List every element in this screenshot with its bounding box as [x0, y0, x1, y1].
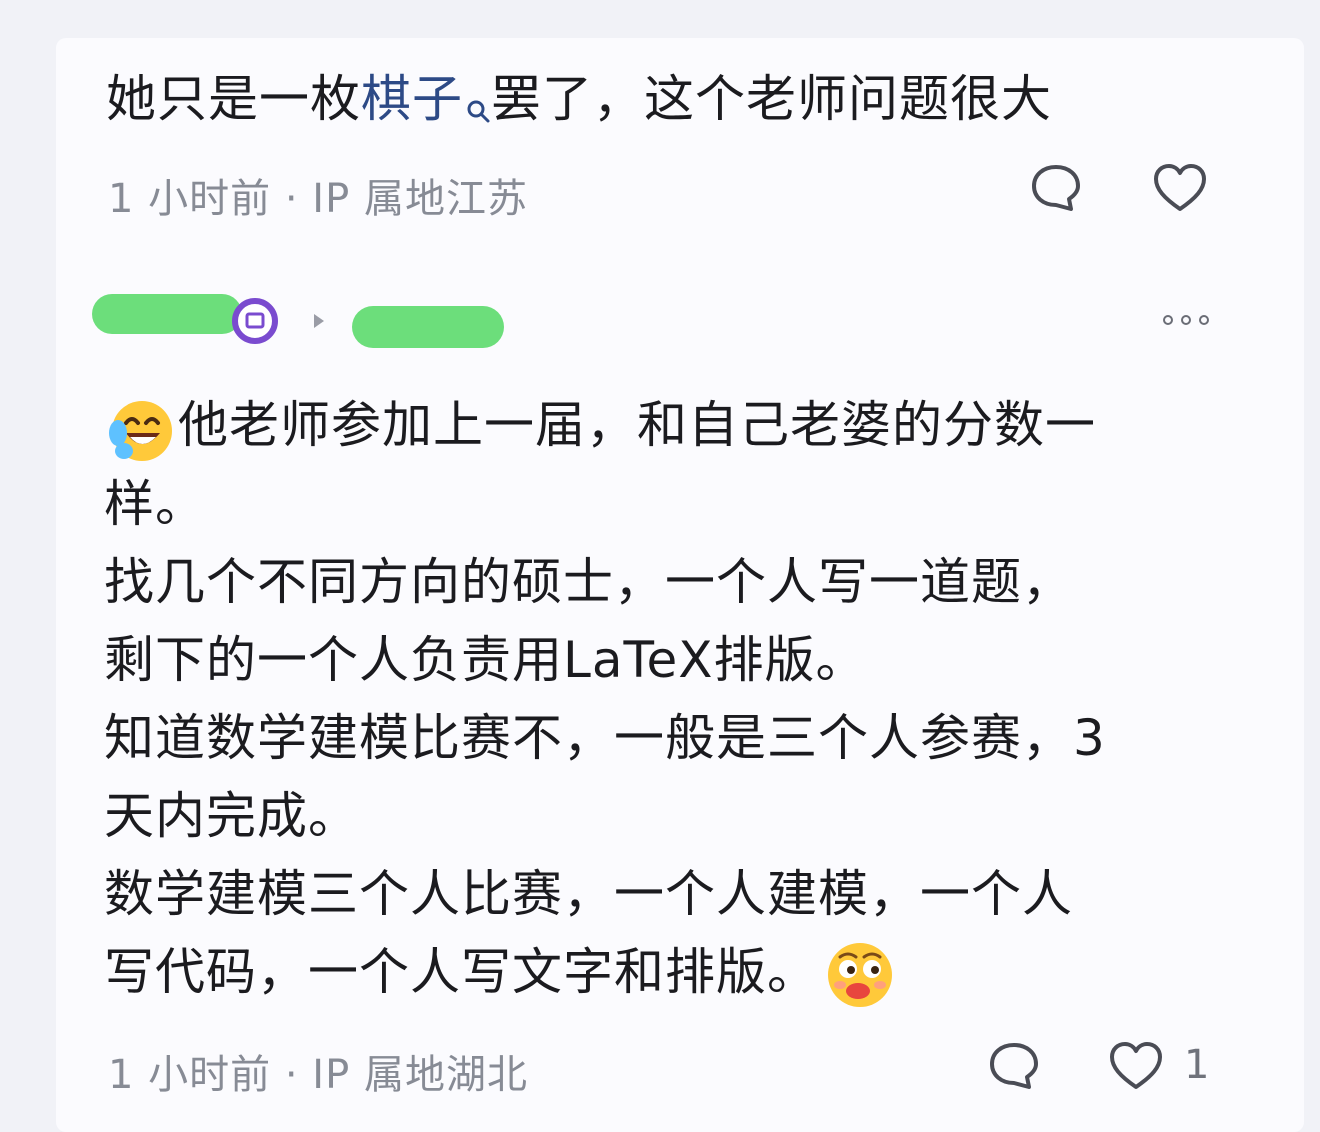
comment-icon[interactable]: [984, 1036, 1044, 1096]
comment-1-text: 她只是一枚棋子 罢了，这个老师问题很大: [106, 60, 1052, 146]
comment-line-4: 剩下的一个人负责用LaTeX排版。: [104, 630, 867, 689]
laughing-emoji: [104, 393, 176, 465]
comment-line-2: 样。: [104, 474, 206, 533]
comment-1-meta: 1 小时前 · IP 属地江苏: [108, 176, 528, 222]
comment-line-7: 数学建模三个人比赛，一个人建模，一个人: [104, 864, 1073, 923]
comment-line-8: 写代码，一个人写文字和排版。: [104, 933, 1204, 1012]
comment-2-meta: 1 小时前 · IP 属地湖北: [108, 1052, 528, 1098]
avatar-badge-icon: [232, 298, 278, 344]
more-icon[interactable]: [1152, 306, 1220, 334]
comment-icon[interactable]: [1026, 158, 1086, 218]
like-icon[interactable]: [1150, 158, 1210, 218]
reply-arrow-icon: [308, 310, 330, 332]
like-count: 1: [1184, 1042, 1211, 1088]
smirk-emoji: [824, 939, 896, 1011]
username-redacted[interactable]: [92, 294, 242, 334]
comment-line-6: 天内完成。: [104, 786, 359, 845]
comment-line-5: 知道数学建模比赛不，一般是三个人参赛，3: [104, 708, 1106, 767]
comment-1-text-suffix: 罢了，这个老师问题很大: [491, 70, 1052, 128]
comment-2-body: 他老师参加上一届，和自己老婆的分数一 样。 找几个不同方向的硕士，一个人写一道题…: [104, 386, 1204, 1011]
like-icon[interactable]: [1106, 1036, 1166, 1096]
search-icon[interactable]: [465, 68, 491, 146]
comment-1-text-prefix: 她只是一枚: [106, 70, 361, 128]
reply-target-redacted[interactable]: [352, 306, 504, 348]
comment-line-3: 找几个不同方向的硕士，一个人写一道题，: [104, 552, 1073, 611]
comment-line-1: 他老师参加上一届，和自己老婆的分数一: [104, 386, 1204, 465]
keyword-link[interactable]: 棋子: [361, 70, 463, 128]
